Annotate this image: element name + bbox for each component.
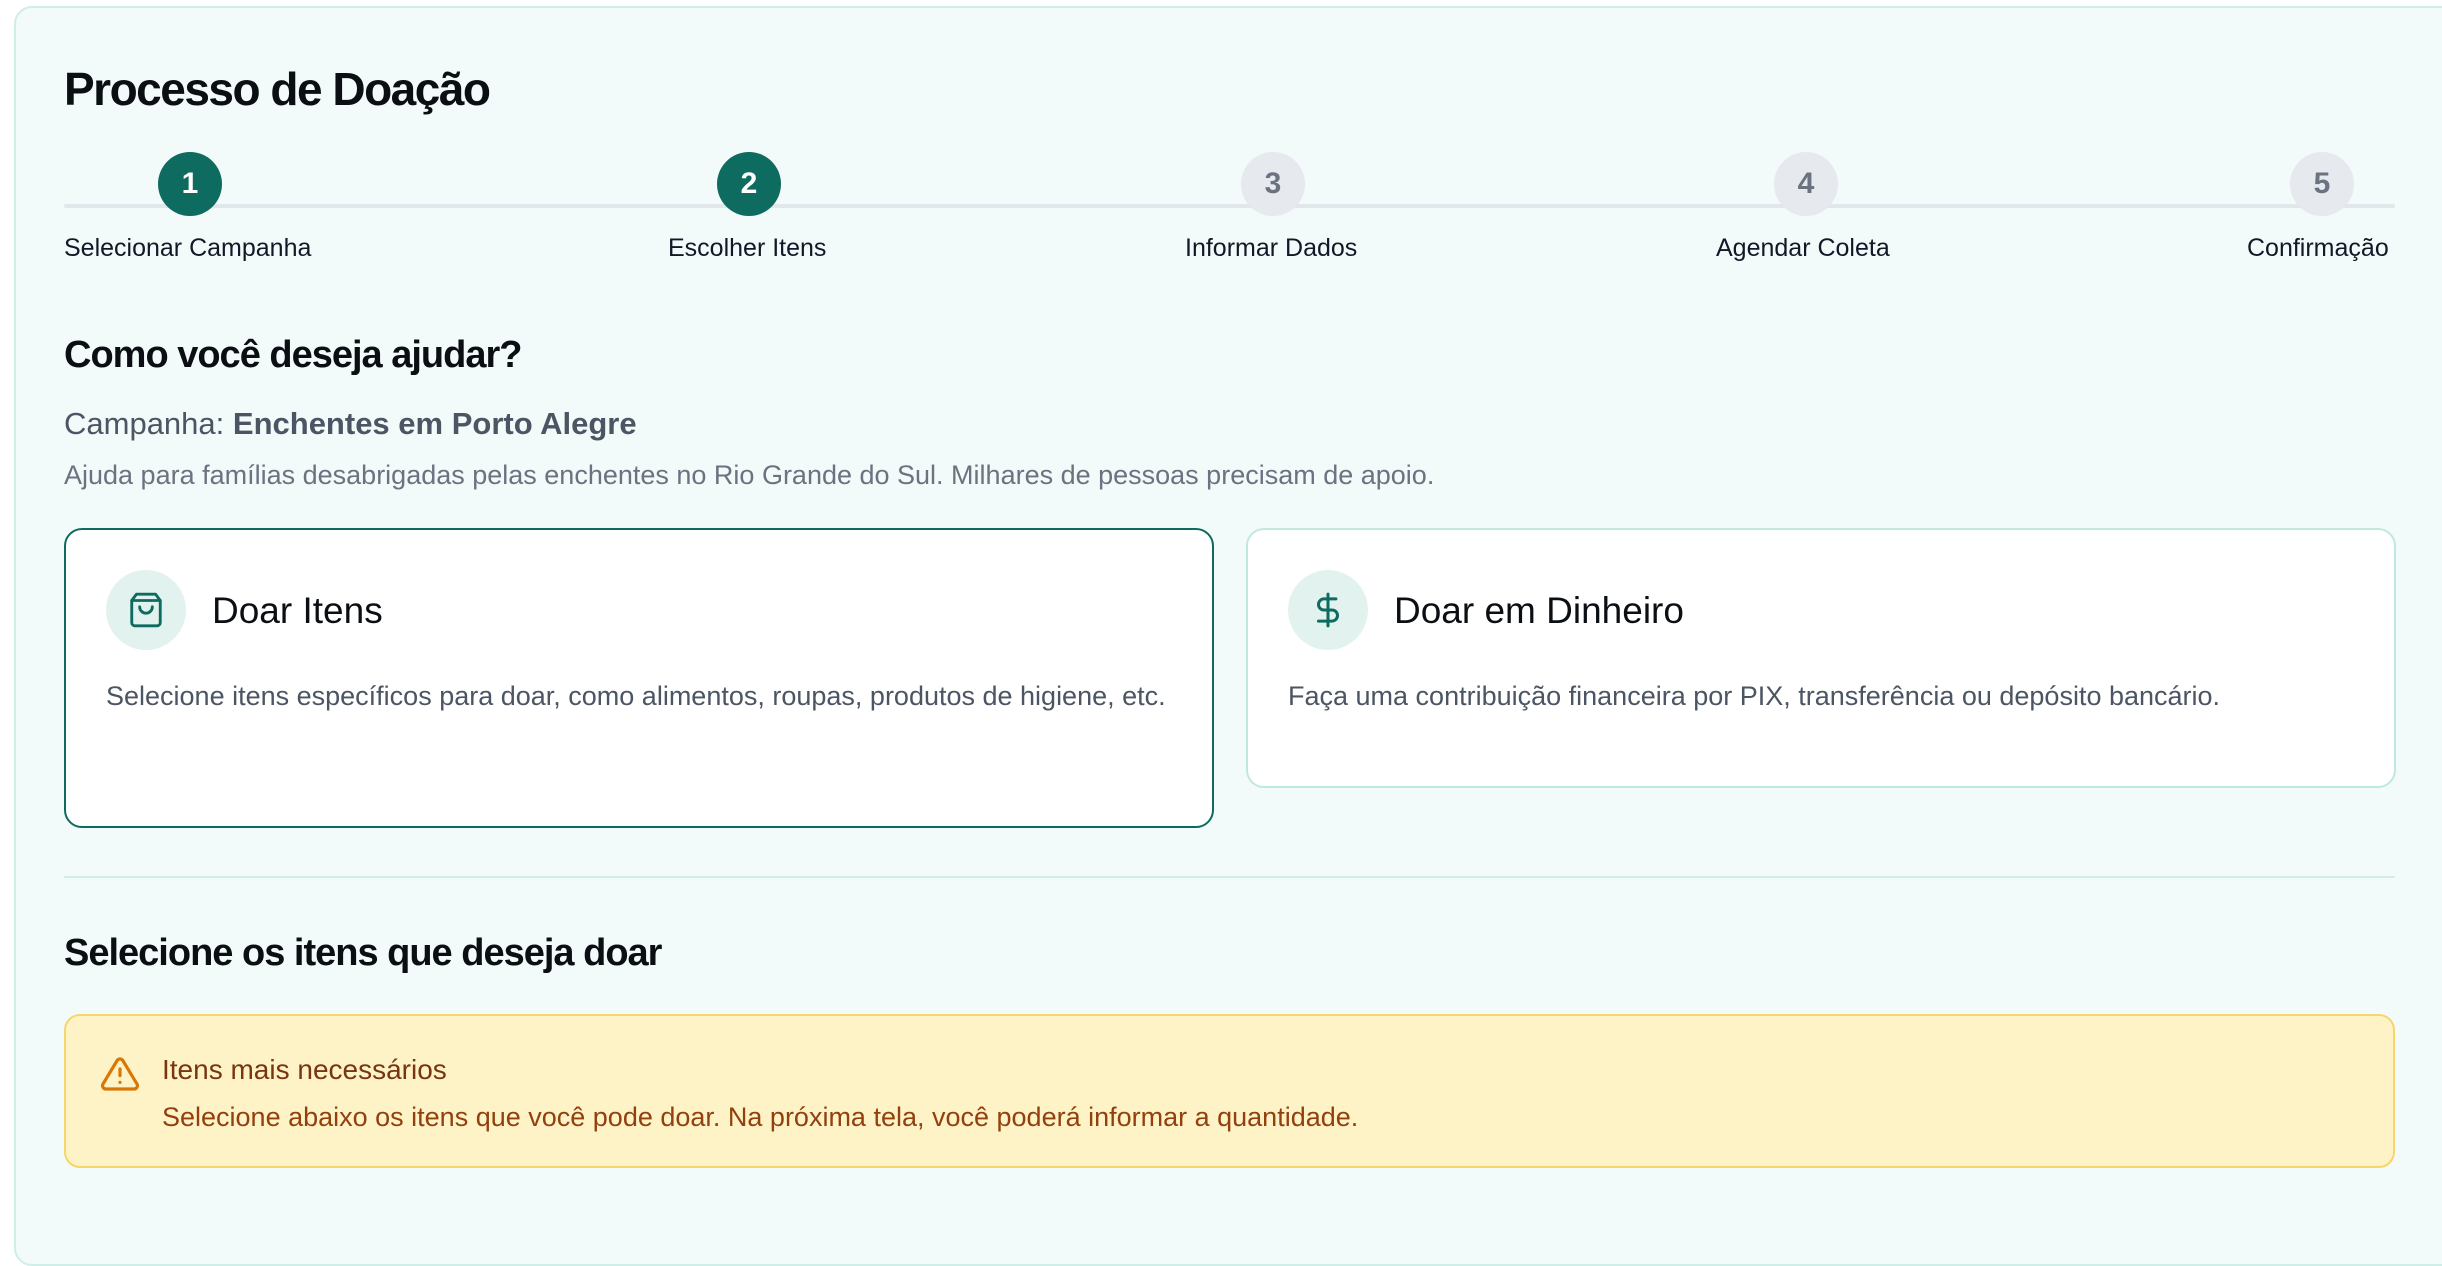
alert-text: Selecione abaixo os itens que você pode … bbox=[162, 1102, 1359, 1132]
campaign-prefix: Campanha: bbox=[64, 406, 225, 441]
help-section-title: Como você deseja ajudar? bbox=[64, 334, 522, 376]
step-2-circle: 2 bbox=[717, 152, 781, 216]
step-2-label: Escolher Itens bbox=[668, 234, 827, 262]
campaign-name: Enchentes em Porto Alegre bbox=[232, 406, 637, 441]
step-4-circle: 4 bbox=[1774, 152, 1838, 216]
step-4-label: Agendar Coleta bbox=[1716, 234, 1890, 262]
alert-title: Itens mais necessários bbox=[162, 1054, 447, 1085]
campaign-line: Campanha: Enchentes em Porto Alegre bbox=[64, 406, 637, 442]
section-divider bbox=[64, 876, 2395, 878]
donate-items-card[interactable]: Doar Itens Selecione itens específicos p… bbox=[64, 528, 1214, 828]
donate-items-description: Selecione itens específicos para doar, c… bbox=[106, 681, 1166, 711]
step-5-circle: 5 bbox=[2290, 152, 2354, 216]
page-title: Processo de Doação bbox=[64, 63, 491, 115]
step-3-circle: 3 bbox=[1241, 152, 1305, 216]
stepper-line bbox=[64, 204, 2395, 208]
step-3-label: Informar Dados bbox=[1185, 234, 1358, 262]
dollar-icon bbox=[1288, 570, 1368, 650]
needed-items-alert: Itens mais necessários Selecione abaixo … bbox=[64, 1014, 2395, 1168]
warning-triangle-icon bbox=[100, 1054, 140, 1099]
step-1-circle: 1 bbox=[158, 152, 222, 216]
items-section-title: Selecione os itens que deseja doar bbox=[64, 932, 662, 974]
donate-money-title: Doar em Dinheiro bbox=[1394, 590, 1684, 631]
donate-money-description: Faça uma contribuição financeira por PIX… bbox=[1288, 681, 2221, 711]
donate-items-title: Doar Itens bbox=[212, 590, 383, 631]
step-5-label: Confirmação bbox=[2247, 234, 2389, 262]
campaign-description: Ajuda para famílias desabrigadas pelas e… bbox=[64, 460, 1435, 490]
shopping-bag-icon bbox=[106, 570, 186, 650]
donate-money-card[interactable]: Doar em Dinheiro Faça uma contribuição f… bbox=[1246, 528, 2396, 788]
step-1-label: Selecionar Campanha bbox=[64, 234, 312, 262]
